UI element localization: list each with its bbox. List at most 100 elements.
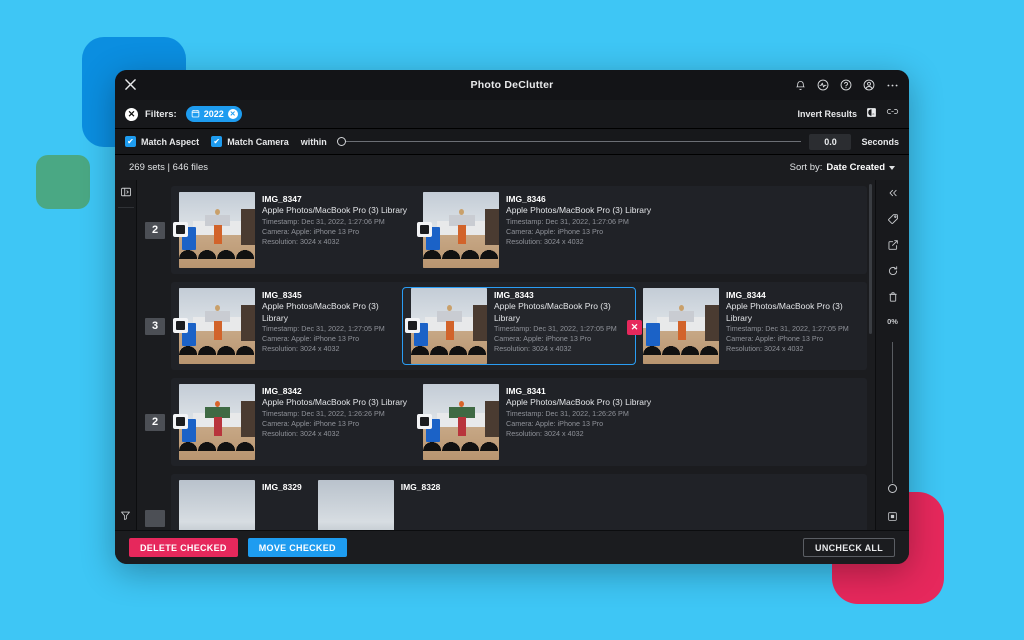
set-row: IMG_8329 IMG_8328 [145,474,867,530]
photo-camera: Camera: Apple: iPhone 13 Pro [494,334,592,343]
activity-icon[interactable] [817,79,829,91]
photo-name: IMG_8347 [262,194,302,204]
page-title: Photo DeClutter [470,79,554,91]
photo-thumbnail[interactable] [317,480,394,530]
filter-chip-year[interactable]: 2022 ✕ [185,106,242,122]
sets-container: 2 IMG_8347 Apple Photos/MacBook Pro (3) Li… [137,186,875,530]
photo-checkbox[interactable] [173,414,188,429]
results-scrollbar[interactable] [865,180,875,530]
more-icon[interactable] [886,79,899,92]
account-icon[interactable] [863,79,875,91]
export-icon[interactable] [887,239,899,251]
photo-thumbnail[interactable] [643,288,719,364]
rotate-icon[interactable] [887,265,899,277]
photo-name: IMG_8329 [262,482,302,492]
photo-resolution: Resolution: 3024 x 4032 [726,344,804,353]
photo-library: Apple Photos/MacBook Pro (3) Library [726,301,843,323]
photo-camera: Camera: Apple: iPhone 13 Pro [506,418,604,428]
filter-bar: ✕ Filters: 2022 ✕ Invert Results [115,100,909,129]
seconds-label: Seconds [861,136,899,147]
help-icon[interactable] [840,79,852,91]
filter-bar-right: Invert Results [797,105,899,123]
photo-library: Apple Photos/MacBook Pro (3) Library [506,397,652,407]
match-aspect-checkbox[interactable]: ✔ [125,136,136,147]
photo-thumbnail[interactable] [179,192,255,268]
photo-item[interactable]: IMG_8329 [171,480,310,530]
bell-icon[interactable] [795,80,806,91]
photo-item[interactable]: IMG_8328 [310,480,449,530]
app-window: Photo DeClutter ✕ Filters: 2022 ✕ Invert… [115,70,909,564]
sort-by-value[interactable]: Date Created [826,162,885,173]
within-label: within [300,136,327,147]
link-icon[interactable] [886,105,899,123]
zoom-slider-track[interactable] [892,342,893,483]
photo-delete-button[interactable]: ✕ [627,320,642,335]
results-scrollbar-thumb[interactable] [869,184,872,334]
chevron-down-icon[interactable] [889,165,895,170]
invert-icon[interactable] [866,105,877,123]
photo-resolution: Resolution: 3024 x 4032 [494,344,572,353]
close-icon[interactable] [125,78,141,92]
window-body: 2 IMG_8347 Apple Photos/MacBook Pro (3) Li… [115,180,909,530]
zoom-slider-knob[interactable] [888,484,897,493]
within-value-input[interactable]: 0.0 [809,133,852,150]
collapse-chevrons-icon[interactable] [887,187,899,199]
move-checked-button[interactable]: MOVE CHECKED [247,538,347,557]
within-slider[interactable] [336,137,802,146]
within-slider-track[interactable] [345,141,802,142]
sort-control[interactable]: Sort by: Date Created [790,162,895,173]
sort-by-label: Sort by: [789,162,823,173]
filters-label: Filters: [145,108,177,120]
clear-filters-icon[interactable]: ✕ [125,107,138,121]
uncheck-all-button[interactable]: UNCHECK ALL [803,538,895,557]
photo-thumbnail[interactable] [411,288,487,364]
photo-thumbnail[interactable] [179,480,255,530]
photo-library: Apple Photos/MacBook Pro (3) Library [262,301,379,323]
titlebar-icon-group [795,79,899,92]
photo-thumbnail[interactable] [423,192,500,268]
photo-checkbox[interactable] [173,318,188,333]
decor-green-square [36,155,90,209]
photo-item[interactable]: ✕ IMG_8344 Apple Photos/MacBook Pro (3) Li… [627,288,867,364]
photo-resolution: Resolution: 3024 x 4032 [506,428,584,438]
tag-icon[interactable] [887,213,899,225]
zoom-slider[interactable] [876,340,909,497]
match-camera-checkbox[interactable]: ✔ [211,136,223,147]
photo-item[interactable]: IMG_8341 Apple Photos/MacBook Pro (3) Lib… [415,384,659,460]
left-rail [115,180,137,530]
set-card: IMG_8347 Apple Photos/MacBook Pro (3) Lib… [171,186,867,274]
photo-checkbox[interactable] [405,318,420,333]
photo-checkbox[interactable] [417,414,433,429]
photo-library: Apple Photos/MacBook Pro (3) Library [262,397,408,407]
photo-item[interactable]: IMG_8347 Apple Photos/MacBook Pro (3) Lib… [171,192,415,268]
photo-library: Apple Photos/MacBook Pro (3) Library [506,205,652,215]
photo-resolution: Resolution: 3024 x 4032 [506,236,584,246]
photo-thumbnail[interactable] [179,288,255,364]
chip-remove-icon[interactable]: ✕ [227,109,238,119]
photo-name: IMG_8346 [506,194,546,204]
set-row: 2 IMG_8347 Apple Photos/MacBook Pro (3) Li… [145,186,867,274]
title-bar: Photo DeClutter [115,70,909,100]
photo-item[interactable]: IMG_8346 Apple Photos/MacBook Pro (3) Lib… [415,192,659,268]
photo-checkbox[interactable] [173,222,188,237]
screen: Photo DeClutter ✕ Filters: 2022 ✕ Invert… [0,0,1024,640]
photo-item[interactable]: IMG_8343 Apple Photos/MacBook Pro (3) Lib… [402,287,636,365]
fit-view-icon[interactable] [887,511,898,522]
photo-thumbnail[interactable] [179,384,255,460]
photo-thumbnail[interactable] [423,384,500,460]
photo-camera: Camera: Apple: iPhone 13 Pro [506,226,604,236]
funnel-filter-icon[interactable] [120,510,131,521]
photo-name: IMG_8344 [726,290,766,300]
delete-checked-button[interactable]: DELETE CHECKED [129,538,238,557]
photo-item[interactable]: IMG_8345 Apple Photos/MacBook Pro (3) Lib… [171,288,403,364]
photo-item[interactable]: IMG_8342 Apple Photos/MacBook Pro (3) Lib… [171,384,415,460]
trash-icon[interactable] [887,291,899,303]
photo-checkbox[interactable] [417,222,433,237]
results-list[interactable]: 2 IMG_8347 Apple Photos/MacBook Pro (3) Li… [137,180,875,530]
set-count-badge: 2 [145,413,165,431]
within-slider-knob[interactable] [336,137,346,146]
set-card: IMG_8342 Apple Photos/MacBook Pro (3) Lib… [171,378,867,466]
panel-toggle-icon[interactable] [120,186,132,198]
photo-metadata: IMG_8346 Apple Photos/MacBook Pro (3) Lib… [499,192,651,247]
set-count-badge: 3 [145,317,165,335]
